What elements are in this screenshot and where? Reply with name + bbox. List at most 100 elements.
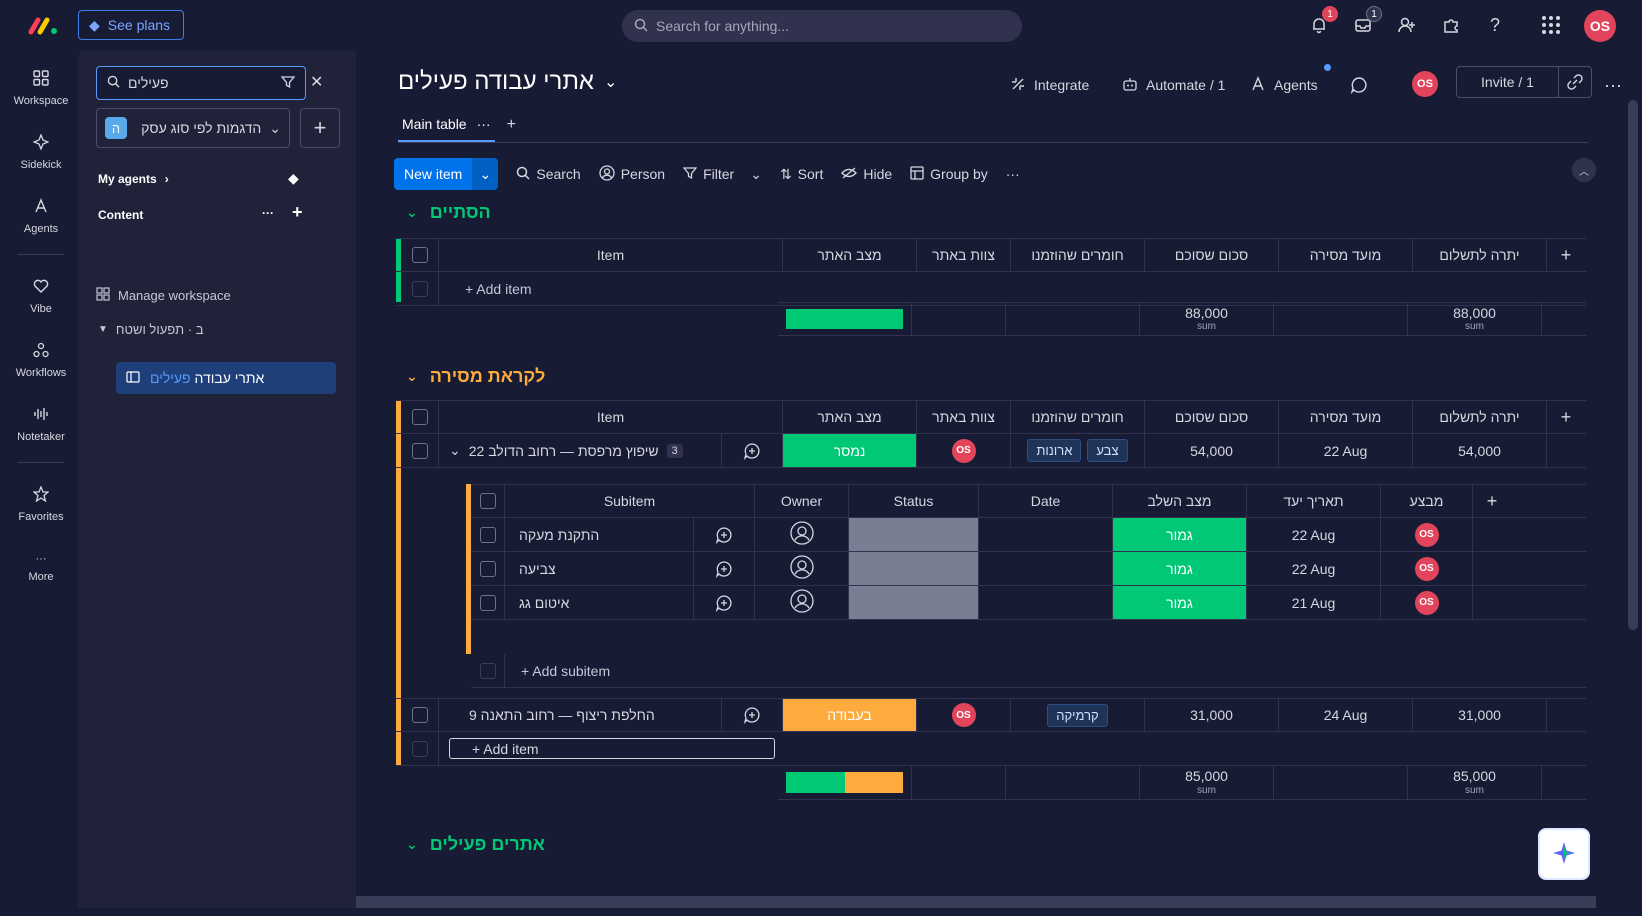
column-header[interactable]: יתרה לתשלום: [1413, 239, 1547, 271]
rail-workflows[interactable]: Workflows: [4, 330, 78, 390]
total-cell[interactable]: 31,000: [1145, 699, 1279, 731]
notifications-bell-icon[interactable]: 1: [1306, 6, 1338, 38]
column-header[interactable]: צוות באתר: [917, 239, 1011, 271]
chevron-down-icon[interactable]: ⌄: [472, 158, 499, 190]
person-filter-button[interactable]: Person: [599, 164, 665, 184]
column-header[interactable]: מצב האתר: [783, 401, 917, 433]
date-cell[interactable]: [979, 586, 1113, 619]
group-by-button[interactable]: Group by: [910, 165, 988, 183]
add-column-icon[interactable]: +: [1547, 239, 1585, 271]
status-cell[interactable]: [849, 518, 979, 551]
new-item-button[interactable]: New item ⌄: [394, 158, 499, 190]
item-name-cell[interactable]: ⌄ שיפוץ מרפסת — רחוב הדולב 22 3: [439, 434, 721, 467]
row-checkbox[interactable]: [479, 662, 496, 679]
folder-row[interactable]: ▼ ב · תפעול ושטח: [78, 314, 356, 344]
column-header[interactable]: מצב האתר: [783, 239, 917, 271]
column-header[interactable]: סכום שסוכם: [1145, 239, 1279, 271]
expand-subitems-icon[interactable]: ⌄: [449, 442, 461, 459]
balance-cell[interactable]: 31,000: [1413, 699, 1547, 731]
materials-cell[interactable]: ארונות צבע: [1011, 434, 1145, 467]
status-cell[interactable]: בעבודה: [783, 699, 917, 731]
add-subitem-column-icon[interactable]: +: [1473, 485, 1511, 517]
filter-button[interactable]: Filter ⌄: [682, 166, 762, 183]
due-date-cell[interactable]: 21 Aug: [1247, 586, 1381, 619]
column-header[interactable]: Subitem: [505, 485, 755, 517]
board-menu-icon[interactable]: ···: [1604, 70, 1622, 100]
add-content-icon[interactable]: +: [292, 202, 303, 223]
row-checkbox[interactable]: [411, 740, 428, 757]
subitem-row[interactable]: איטום גג גמור 21 Aug OS: [471, 586, 1586, 620]
tab-options-icon[interactable]: ···: [477, 116, 491, 132]
rail-workspace[interactable]: Workspace: [4, 58, 78, 118]
team-cell[interactable]: OS: [917, 434, 1011, 467]
column-header[interactable]: מועד מסירה: [1279, 401, 1413, 433]
subitems-count[interactable]: 3: [666, 443, 683, 458]
chevron-down-icon[interactable]: ⌄: [750, 166, 762, 183]
materials-cell[interactable]: קרמיקה: [1011, 699, 1145, 731]
column-header[interactable]: סכום שסוכם: [1145, 401, 1279, 433]
column-header[interactable]: יתרה לתשלום: [1413, 401, 1547, 433]
column-header[interactable]: חומרים שהוזמנו: [1011, 239, 1145, 271]
agents-button[interactable]: Agents: [1250, 64, 1331, 100]
add-view-icon[interactable]: +: [507, 116, 516, 142]
table-row[interactable]: החלפת ריצוף — רחוב התאנה 9 בעבודה OS קרמ…: [396, 698, 1586, 732]
performer-cell[interactable]: OS: [1381, 552, 1473, 585]
team-cell[interactable]: OS: [917, 699, 1011, 731]
column-header[interactable]: מבצע: [1381, 485, 1473, 517]
collapse-header-icon[interactable]: ︿: [1572, 158, 1596, 182]
group-title-handover[interactable]: ⌄ לקראת מסירה: [406, 366, 545, 387]
delivery-date-cell[interactable]: 24 Aug: [1279, 699, 1413, 731]
board-link-active[interactable]: אתרי עבודה פעילים: [116, 362, 336, 394]
owner-cell[interactable]: [755, 518, 849, 551]
column-header[interactable]: מצב השלב: [1113, 485, 1247, 517]
add-update-icon[interactable]: [693, 586, 755, 619]
chevron-down-icon[interactable]: ⌄: [406, 836, 418, 853]
global-search-input[interactable]: Search for anything...: [622, 10, 1022, 42]
total-cell[interactable]: 54,000: [1145, 434, 1279, 467]
board-owner-avatar[interactable]: OS: [1412, 71, 1438, 97]
board-title[interactable]: אתרי עבודה פעילים ⌄: [398, 68, 617, 96]
search-button[interactable]: Search: [516, 166, 581, 183]
select-all-checkbox[interactable]: [411, 409, 428, 425]
column-header[interactable]: Item: [439, 401, 783, 433]
column-header[interactable]: חומרים שהוזמנו: [1011, 401, 1145, 433]
more-options-icon[interactable]: ···: [262, 206, 274, 220]
column-header[interactable]: מועד מסירה: [1279, 239, 1413, 271]
rail-favorites[interactable]: Favorites: [4, 474, 78, 534]
subitem-name-cell[interactable]: איטום גג: [505, 586, 693, 619]
delivery-date-cell[interactable]: 22 Aug: [1279, 434, 1413, 467]
integrate-button[interactable]: Integrate: [1010, 70, 1089, 100]
vertical-scrollbar[interactable]: [1628, 100, 1638, 630]
column-header[interactable]: צוות באתר: [917, 401, 1011, 433]
stage-cell[interactable]: גמור: [1113, 552, 1247, 585]
date-cell[interactable]: [979, 518, 1113, 551]
more-toolbar-icon[interactable]: ···: [1006, 166, 1020, 182]
column-header[interactable]: תאריך יעד: [1247, 485, 1381, 517]
chevron-down-icon[interactable]: ⌄: [406, 368, 418, 385]
app-grid-icon[interactable]: [1538, 12, 1564, 38]
owner-cell[interactable]: [755, 586, 849, 619]
group-title-done[interactable]: ⌄ הסתיים: [406, 202, 491, 223]
monday-logo[interactable]: [28, 12, 60, 38]
row-checkbox[interactable]: [411, 707, 428, 723]
filter-icon[interactable]: [280, 75, 296, 92]
rail-more[interactable]: ··· More: [4, 538, 78, 598]
subitem-row[interactable]: צביעה גמור 22 Aug OS: [471, 552, 1586, 586]
subitem-name-cell[interactable]: צביעה: [505, 552, 693, 585]
inbox-icon[interactable]: 1: [1350, 6, 1382, 38]
add-item-input[interactable]: + Add item: [439, 272, 532, 305]
subitem-name-cell[interactable]: התקנת מעקה: [505, 518, 693, 551]
due-date-cell[interactable]: 22 Aug: [1247, 518, 1381, 551]
sort-button[interactable]: ⇅ Sort: [780, 166, 823, 183]
column-header[interactable]: Status: [849, 485, 979, 517]
close-icon[interactable]: ✕: [310, 72, 323, 92]
column-header[interactable]: Item: [439, 239, 783, 271]
select-all-subitems-checkbox[interactable]: [479, 493, 496, 509]
add-update-icon[interactable]: [721, 699, 783, 731]
board-search-input[interactable]: פעילים: [96, 66, 306, 100]
add-column-icon[interactable]: +: [1547, 401, 1585, 433]
row-checkbox[interactable]: [479, 594, 496, 611]
automate-button[interactable]: Automate / 1: [1122, 70, 1225, 100]
ai-assistant-button[interactable]: [1538, 828, 1590, 880]
performer-cell[interactable]: OS: [1381, 586, 1473, 619]
